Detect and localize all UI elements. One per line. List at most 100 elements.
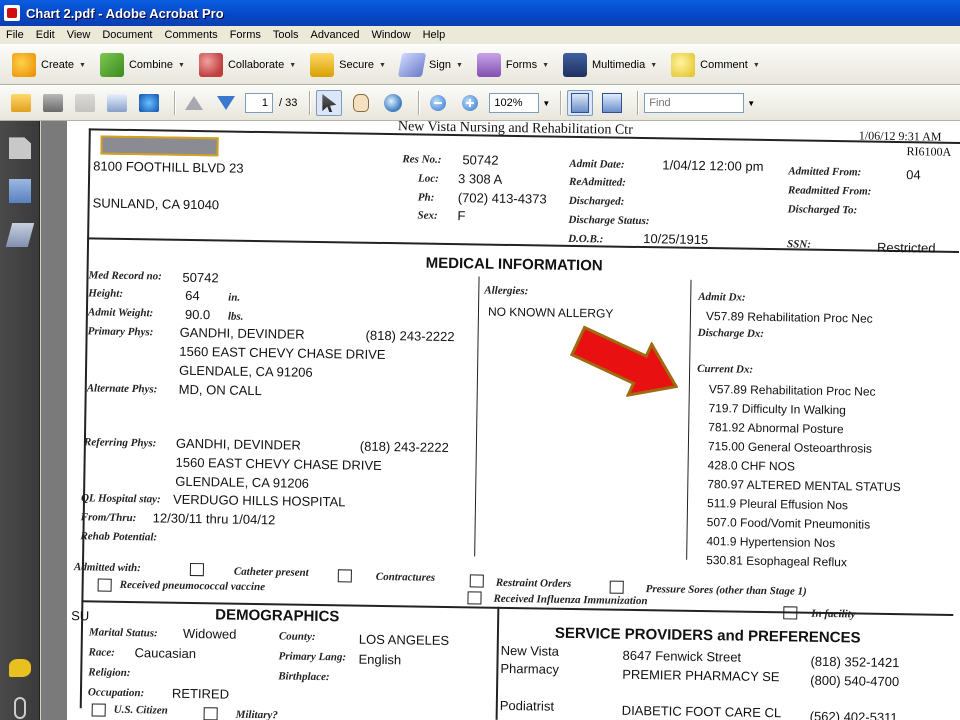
checkbox-restraint-orders[interactable] xyxy=(609,580,624,594)
toolbar-separator xyxy=(560,91,562,115)
menu-view[interactable]: View xyxy=(61,29,97,41)
acrobat-icon xyxy=(4,5,20,21)
find-input[interactable] xyxy=(644,93,745,113)
bookmarks-panel-icon[interactable] xyxy=(9,179,31,203)
admit-weight-value: 90.0 xyxy=(184,306,211,323)
menu-window[interactable]: Window xyxy=(365,29,416,41)
catheter-label: Catheter present xyxy=(233,565,309,579)
admit-weight-label: Admit Weight: xyxy=(87,306,154,320)
allergies-label: Allergies: xyxy=(484,284,529,298)
forms-icon xyxy=(476,53,501,77)
document-view[interactable]: New Vista Nursing and Rehabilitation Ctr… xyxy=(41,121,960,720)
menu-edit[interactable]: Edit xyxy=(30,29,61,41)
admit-date-value: 1/04/12 12:00 pm xyxy=(662,157,764,174)
zoom-level-input[interactable] xyxy=(489,93,540,113)
hand-tool-button[interactable] xyxy=(348,90,374,116)
checkbox-admitted-with[interactable] xyxy=(189,562,205,577)
height-label: Height: xyxy=(88,287,124,300)
checkbox-catheter[interactable] xyxy=(337,569,352,583)
email-button[interactable] xyxy=(104,90,130,116)
current-dx-item: 715.00 General Osteoarthrosis xyxy=(707,439,873,456)
current-dx-item: 719.7 Difficulty In Walking xyxy=(708,401,847,418)
menu-tools[interactable]: Tools xyxy=(267,29,305,41)
hand-icon xyxy=(353,94,370,112)
navigation-pane xyxy=(0,121,40,720)
menu-document[interactable]: Document xyxy=(96,29,158,41)
magnifier-icon xyxy=(384,94,403,112)
current-dx-item: 781.92 Abnormal Posture xyxy=(708,420,844,437)
web-button[interactable] xyxy=(136,90,162,116)
marquee-zoom-button[interactable] xyxy=(380,90,406,116)
open-button[interactable] xyxy=(8,90,34,116)
select-tool-button[interactable] xyxy=(316,90,343,116)
menu-forms[interactable]: Forms xyxy=(224,29,267,41)
dropdown-arrow-icon: ▼ xyxy=(379,61,386,69)
primary-phys-label: Primary Phys: xyxy=(87,325,154,339)
admit-date-label: Admit Date: xyxy=(569,157,625,171)
menu-comments[interactable]: Comments xyxy=(159,29,224,41)
marital-status-value: Widowed xyxy=(182,625,237,642)
zoom-out-button[interactable] xyxy=(425,90,451,116)
dropdown-arrow-icon: ▼ xyxy=(79,61,86,69)
restraint-orders-label: Restraint Orders xyxy=(495,576,572,590)
menu-help[interactable]: Help xyxy=(417,29,452,41)
toolbar-separator xyxy=(309,91,311,115)
fit-width-button[interactable] xyxy=(599,90,625,116)
current-dx-item: 511.9 Pleural Effusion Nos xyxy=(706,496,849,513)
dob-label: D.O.B.: xyxy=(568,232,604,246)
arrow-down-icon xyxy=(217,96,235,110)
checkbox-military[interactable] xyxy=(203,707,218,720)
previous-page-button[interactable] xyxy=(181,90,207,116)
attachments-paperclip-icon[interactable] xyxy=(14,697,26,719)
demographics-title: DEMOGRAPHICS xyxy=(215,606,340,626)
zoom-in-button[interactable] xyxy=(457,90,483,116)
checkbox-influenza[interactable] xyxy=(467,591,482,605)
multimedia-icon xyxy=(563,53,588,77)
signatures-panel-icon[interactable] xyxy=(5,223,35,247)
comment-button[interactable]: Comment ▼ xyxy=(667,50,766,80)
find-dropdown-arrow-icon[interactable]: ▼ xyxy=(747,99,755,108)
zoom-dropdown-arrow-icon[interactable]: ▼ xyxy=(542,99,550,108)
county-value: LOS ANGELES xyxy=(358,631,450,649)
from-thru-label: From/Thru: xyxy=(80,511,137,525)
sex-value: F xyxy=(457,208,466,224)
rule xyxy=(686,279,692,560)
form-id: RI6100A xyxy=(906,144,952,159)
dropdown-arrow-icon: ▼ xyxy=(542,61,550,69)
primary-phys-address2: GLENDALE, CA 91206 xyxy=(178,362,313,380)
pharmacy-label-line2: Pharmacy xyxy=(500,660,560,677)
sign-button[interactable]: Sign ▼ xyxy=(396,50,469,80)
ph-label: Ph: xyxy=(417,191,435,204)
collaborate-button[interactable]: Collaborate ▼ xyxy=(195,50,302,80)
referring-phys-label: Referring Phys: xyxy=(83,436,157,450)
podiatrist-label: Podiatrist xyxy=(499,697,555,714)
multimedia-button[interactable]: Multimedia ▼ xyxy=(559,50,663,80)
pharmacy-label-line1: New Vista xyxy=(500,642,560,659)
med-record-value: 50742 xyxy=(182,269,219,286)
next-page-button[interactable] xyxy=(213,90,239,116)
combine-button[interactable]: Combine ▼ xyxy=(96,50,191,80)
checkbox-pneumococcal[interactable] xyxy=(97,578,112,592)
pages-panel-icon[interactable] xyxy=(9,137,31,159)
marital-status-label: Marital Status: xyxy=(88,626,158,640)
forms-button[interactable]: Forms ▼ xyxy=(473,50,555,80)
checkbox-contractures[interactable] xyxy=(469,574,484,588)
print-button[interactable] xyxy=(40,90,66,116)
primary-language-value: English xyxy=(358,651,402,668)
admitted-with-label: Admitted with: xyxy=(73,561,141,575)
discharged-to-label: Discharged To: xyxy=(787,203,858,217)
page-number-input[interactable] xyxy=(245,93,273,113)
county-label: County: xyxy=(278,630,316,643)
fit-page-button[interactable] xyxy=(567,90,594,116)
menu-advanced[interactable]: Advanced xyxy=(305,29,366,41)
create-button[interactable]: Create ▼ xyxy=(8,50,92,80)
med-record-label: Med Record no: xyxy=(88,269,162,283)
comments-panel-icon[interactable] xyxy=(9,659,31,677)
admitted-from-value: 04 xyxy=(906,167,921,183)
secure-button[interactable]: Secure ▼ xyxy=(306,50,392,80)
cursor-icon xyxy=(322,94,337,112)
disk-icon xyxy=(75,94,95,112)
menu-file[interactable]: File xyxy=(0,29,30,41)
save-button[interactable] xyxy=(72,90,98,116)
checkbox-us-citizen[interactable] xyxy=(91,703,106,717)
